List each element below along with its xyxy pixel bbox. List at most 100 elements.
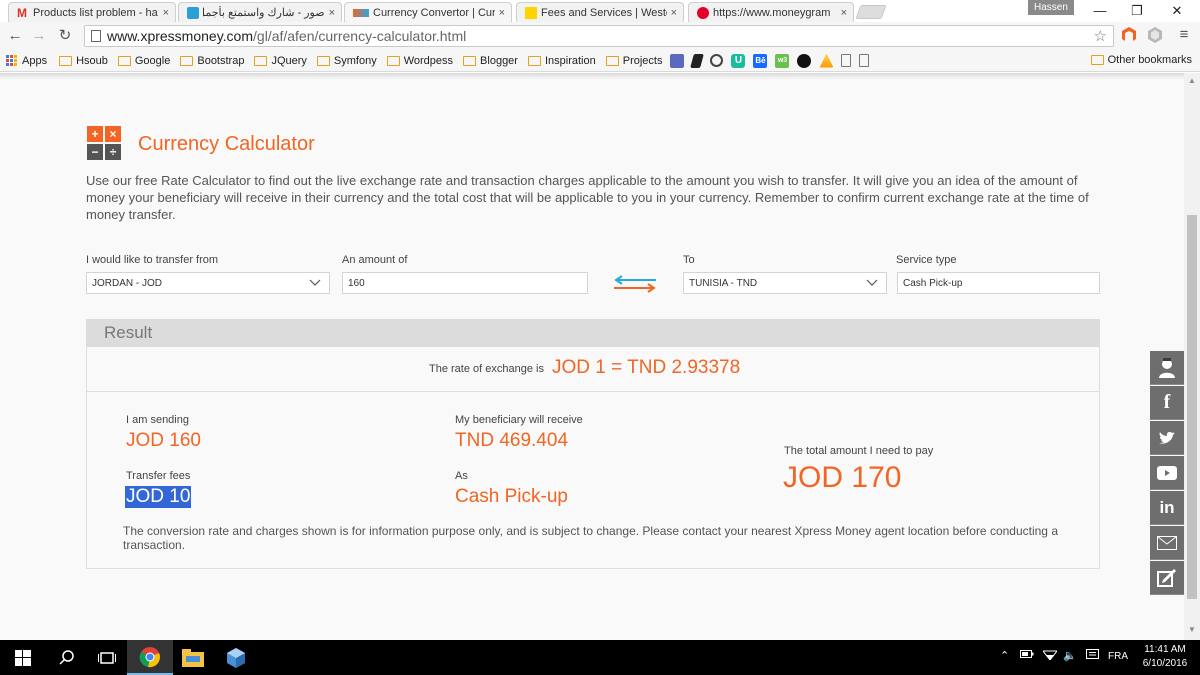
to-country-select[interactable]: TUNISIA - TND [683, 272, 887, 294]
tab-title: Products list problem - ha [33, 6, 158, 19]
browser-toolbar: ← → ↻ www.xpressmoney.com/gl/af/afen/cur… [0, 22, 1200, 50]
fees-value: JOD 10 [125, 486, 192, 508]
tab-currency-convertor[interactable]: Currency Convertor | Curr × [344, 2, 512, 22]
magento-extension-icon[interactable] [1120, 26, 1138, 44]
total-label: The total amount I need to pay [784, 445, 934, 457]
close-icon[interactable]: × [841, 7, 847, 19]
folder-icon [117, 55, 131, 66]
wifi-icon[interactable] [1041, 649, 1059, 663]
tab-western-union[interactable]: Fees and Services | Weste × [516, 2, 684, 22]
bookmark-folder-blogger[interactable]: Blogger [463, 55, 518, 67]
sending-label: I am sending [126, 414, 189, 426]
bookmark-folder-wordpess[interactable]: Wordpess [386, 55, 453, 67]
bookmark-folder-jquery[interactable]: JQuery [254, 55, 307, 67]
app-cube-icon[interactable] [213, 640, 259, 675]
w3c-icon[interactable]: w3 [775, 53, 790, 68]
folder-icon [316, 55, 330, 66]
folder-icon [527, 55, 541, 66]
close-icon[interactable]: × [671, 7, 677, 19]
task-view-icon[interactable] [84, 640, 130, 675]
page-bookmark-icon[interactable] [841, 54, 852, 67]
restore-icon[interactable]: ❐ [1122, 2, 1152, 20]
folder-icon [605, 55, 619, 66]
tab-gmail[interactable]: M Products list problem - ha × [8, 2, 176, 22]
fees-label: Transfer fees [126, 470, 191, 482]
agent-locator-icon[interactable] [1150, 351, 1184, 385]
window-close-icon[interactable]: ✕ [1162, 2, 1192, 20]
scroll-down-icon[interactable]: ▼ [1188, 625, 1196, 634]
folder-icon [180, 55, 194, 66]
bookmark-folder-bootstrap[interactable]: Bootstrap [180, 55, 244, 67]
behance-icon[interactable]: Bē [753, 53, 768, 68]
back-arrow-icon[interactable]: ← [6, 27, 24, 45]
rate-label: The rate of exchange is [429, 363, 544, 375]
shield-extension-icon[interactable] [1146, 26, 1164, 44]
feedback-icon[interactable] [1150, 561, 1184, 595]
file-explorer-icon[interactable] [170, 640, 216, 675]
tab-title: Fees and Services | Weste [541, 6, 667, 19]
service-type-select[interactable]: Cash Pick-up [897, 272, 1100, 294]
tab-title: صور - شارك واستمتع بأجمل [203, 7, 325, 19]
github-icon[interactable] [797, 53, 812, 68]
reload-icon[interactable]: ↻ [56, 27, 74, 45]
total-value: JOD 170 [783, 461, 902, 494]
windows-start-icon[interactable] [0, 640, 46, 675]
email-icon[interactable] [1150, 526, 1184, 560]
menu-icon[interactable]: ≡ [1175, 26, 1193, 44]
bookmark-folder-symfony[interactable]: Symfony [316, 55, 377, 67]
folder-icon [254, 55, 268, 66]
bookmark-star-icon[interactable]: ☆ [1094, 27, 1107, 45]
notifications-icon[interactable] [1086, 649, 1099, 664]
scroll-up-icon[interactable]: ▲ [1188, 76, 1196, 85]
show-hidden-icons-chevron-icon[interactable]: ⌃ [1000, 649, 1009, 662]
forward-arrow-icon[interactable]: → [30, 27, 48, 45]
new-tab-button[interactable] [855, 5, 887, 19]
close-icon[interactable]: × [329, 7, 335, 19]
swap-currency-icon[interactable] [612, 275, 658, 293]
folder-icon [386, 55, 400, 66]
close-icon[interactable]: × [163, 7, 169, 19]
bookmark-apps[interactable]: Apps [6, 54, 47, 67]
clock-date: 6/10/2016 [1142, 658, 1188, 669]
amount-input[interactable]: 160 [342, 272, 588, 294]
twitter-icon[interactable] [1150, 421, 1184, 455]
page-scrollbar[interactable]: ▲ ▼ [1184, 73, 1200, 640]
sending-value: JOD 160 [126, 430, 201, 451]
other-bookmarks[interactable]: Other bookmarks [1090, 54, 1192, 66]
battery-icon[interactable] [1020, 649, 1034, 662]
input-language-indicator[interactable]: FRA [1108, 651, 1128, 662]
volume-icon[interactable]: 🔈 [1063, 649, 1077, 662]
from-country-select[interactable]: JORDAN - JOD [86, 272, 330, 294]
bookmark-folder-hsoub[interactable]: Hsoub [59, 55, 108, 67]
tab-images[interactable]: صور - شارك واستمتع بأجمل × [178, 2, 342, 22]
address-bar[interactable]: www.xpressmoney.com/gl/af/afen/currency-… [84, 25, 1114, 47]
tab-moneygram[interactable]: https://www.moneygram × [688, 2, 854, 22]
close-icon[interactable]: × [499, 7, 505, 19]
chrome-taskbar-icon[interactable] [127, 640, 173, 675]
codepen-icon[interactable] [710, 54, 724, 67]
page-viewport: + × − ÷ Currency Calculator Use our free… [0, 73, 1184, 640]
chevron-down-icon [866, 279, 878, 286]
youtube-icon[interactable] [1150, 456, 1184, 490]
page-title: Currency Calculator [138, 133, 315, 155]
stack-bookmark-icon[interactable] [819, 53, 834, 68]
folder-icon [59, 55, 73, 66]
facebook-icon[interactable]: f [1150, 386, 1184, 420]
page-bookmark-icon[interactable] [859, 54, 870, 67]
taskbar-clock[interactable]: 11:41 AM 6/10/2016 [1140, 643, 1190, 671]
minimize-icon[interactable]: — [1085, 2, 1115, 20]
page-icon [91, 30, 101, 42]
linkedin-icon[interactable]: in [1150, 491, 1184, 525]
u-bookmark-icon[interactable]: U [731, 53, 746, 68]
list-bookmark-icon[interactable] [670, 53, 685, 68]
windows-taskbar: ⌃ 🔈 FRA 11:41 AM 6/10/2016 [0, 640, 1200, 675]
scrollbar-thumb[interactable] [1187, 215, 1197, 599]
arrow-bookmark-icon[interactable] [690, 53, 705, 68]
profile-badge[interactable]: Hassen [1028, 0, 1074, 15]
from-label: I would like to transfer from [86, 254, 219, 266]
bookmark-folder-projects[interactable]: Projects [605, 55, 662, 67]
bookmark-folder-inspiration[interactable]: Inspiration [527, 55, 596, 67]
tab-title: https://www.moneygram [713, 6, 831, 19]
service-type-label: Service type [896, 254, 957, 266]
bookmark-folder-google[interactable]: Google [117, 55, 170, 67]
